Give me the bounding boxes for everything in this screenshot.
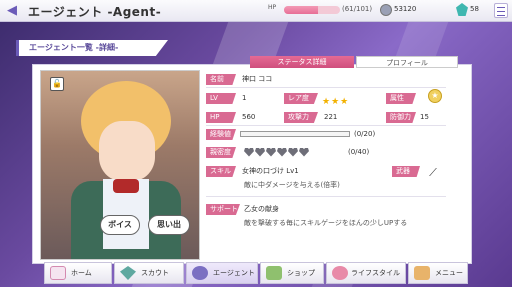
affection-value: (0/40) bbox=[348, 148, 370, 156]
coin-count: 53120 bbox=[394, 5, 417, 13]
tab-status[interactable]: ステータス詳細 bbox=[250, 56, 354, 68]
lifestyle-icon bbox=[332, 266, 348, 280]
shop-bag-icon bbox=[266, 266, 282, 280]
gem-count: 58 bbox=[470, 5, 479, 13]
defense-value: 15 bbox=[420, 113, 429, 121]
attribute-label: 属性 bbox=[386, 93, 416, 104]
page-title: エージェント -Agent- bbox=[28, 5, 162, 19]
hp-stat-label: HP bbox=[206, 112, 236, 123]
heart-icon bbox=[255, 147, 265, 157]
divider bbox=[206, 87, 446, 88]
skill-name: 女神の口づけ Lv1 bbox=[242, 167, 299, 175]
weapon-label: 武器 bbox=[392, 166, 420, 177]
nav-home-label: ホーム bbox=[71, 269, 92, 277]
tab-profile[interactable]: プロフィール bbox=[356, 56, 458, 68]
exp-label: 経験値 bbox=[206, 129, 236, 140]
exp-value: (0/20) bbox=[354, 130, 376, 138]
coin-icon bbox=[380, 4, 392, 16]
agent-name: 神口 ココ bbox=[242, 75, 273, 83]
skill-label: スキル bbox=[206, 166, 236, 177]
nav-lifestyle[interactable]: ライフスタイル bbox=[326, 262, 406, 284]
affection-hearts bbox=[244, 147, 310, 158]
heart-icon bbox=[288, 147, 298, 157]
hp-bar bbox=[284, 6, 340, 14]
nav-shop[interactable]: ショップ bbox=[260, 262, 324, 284]
nav-lifestyle-label: ライフスタイル bbox=[351, 269, 400, 277]
nav-agent-label: エージェント bbox=[213, 269, 255, 277]
weapon-sword-icon[interactable]: ⟋ bbox=[426, 166, 440, 180]
heart-icon bbox=[244, 147, 254, 157]
nav-agent[interactable]: エージェント bbox=[186, 262, 258, 284]
divider bbox=[206, 196, 446, 197]
name-label: 名前 bbox=[206, 74, 236, 85]
nav-scout[interactable]: スカウト bbox=[114, 262, 184, 284]
skill-description: 敵に中ダメージを与える(倍率) bbox=[244, 181, 340, 189]
hp-bar-fill bbox=[284, 6, 318, 14]
rarity-stars: ★★★ bbox=[322, 97, 350, 107]
portrait-face bbox=[99, 121, 155, 181]
menu-list-icon bbox=[414, 266, 430, 280]
home-icon bbox=[50, 266, 66, 280]
attack-label: 攻撃力 bbox=[284, 112, 318, 123]
support-name: 乙女の献身 bbox=[244, 205, 279, 213]
exp-bar bbox=[240, 131, 350, 137]
divider bbox=[206, 125, 446, 126]
defense-label: 防御力 bbox=[386, 112, 416, 123]
menu-icon[interactable] bbox=[494, 3, 508, 18]
agent-icon bbox=[192, 266, 208, 280]
heart-icon bbox=[266, 147, 276, 157]
voice-button[interactable]: ボイス bbox=[100, 215, 140, 235]
affection-label: 親密度 bbox=[206, 147, 236, 158]
attribute-star-icon: ★ bbox=[428, 89, 442, 103]
section-title: エージェント一覧 -詳細- bbox=[16, 40, 168, 56]
support-description: 敵を撃破する毎にスキルゲージをほんの少しUPする bbox=[244, 219, 408, 227]
nav-scout-label: スカウト bbox=[141, 269, 169, 277]
memory-button[interactable]: 思い出 bbox=[148, 215, 190, 235]
nav-menu[interactable]: メニュー bbox=[408, 262, 468, 284]
attack-value: 221 bbox=[324, 113, 338, 121]
heart-icon bbox=[299, 147, 309, 157]
hp-label: HP bbox=[268, 4, 277, 11]
lv-label: LV bbox=[206, 93, 236, 104]
lv-value: 1 bbox=[242, 94, 247, 102]
portrait-bowtie bbox=[113, 179, 139, 193]
back-button[interactable]: ◀ bbox=[4, 3, 20, 19]
lock-icon[interactable]: 🔓 bbox=[50, 77, 64, 91]
rarity-label: レア度 bbox=[284, 93, 318, 104]
nav-menu-label: メニュー bbox=[435, 269, 463, 277]
hp-value: (61/101) bbox=[342, 5, 373, 13]
support-label: サポート bbox=[206, 204, 240, 215]
nav-home[interactable]: ホーム bbox=[44, 262, 112, 284]
heart-icon bbox=[277, 147, 287, 157]
nav-shop-label: ショップ bbox=[287, 269, 315, 277]
hp-stat-value: 560 bbox=[242, 113, 256, 121]
heart-gem-icon bbox=[120, 266, 136, 280]
